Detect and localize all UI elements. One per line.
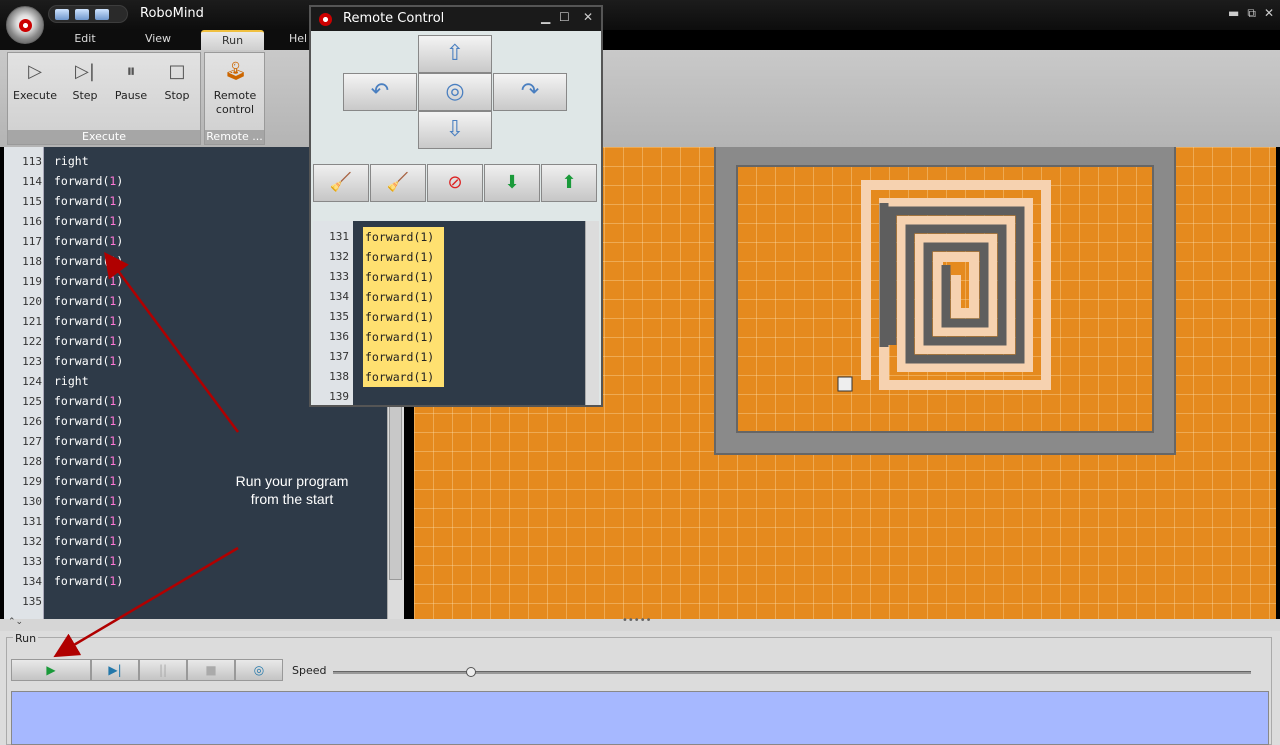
- line-number: 138: [329, 370, 349, 383]
- maximize-icon[interactable]: ☐: [559, 10, 570, 24]
- stop-painting-button[interactable]: ⊘: [427, 164, 483, 202]
- history-line: forward(1): [363, 287, 444, 307]
- line-number: 134: [329, 290, 349, 303]
- line-number: 135: [329, 310, 349, 323]
- no-paint-icon: ⊘: [447, 172, 463, 193]
- pickup-icon: ⬇: [504, 172, 520, 193]
- line-number: 133: [329, 270, 349, 283]
- history-line: forward(1): [363, 327, 444, 347]
- put-down-button[interactable]: ⬆: [541, 164, 597, 202]
- backward-button[interactable]: ⇩: [418, 111, 492, 149]
- close-icon[interactable]: ✕: [583, 10, 593, 24]
- line-number: 137: [329, 350, 349, 363]
- remote-title: Remote Control: [311, 7, 601, 31]
- target-icon: ◎: [445, 79, 465, 104]
- history-line: forward(1): [363, 247, 444, 267]
- history-line: forward(1): [363, 227, 444, 247]
- remote-control-window: Remote Control ▁ ☐ ✕ ⇧ ↶ ◎ ↷ ⇩ 🧹 🧹 ⊘ ⬇ ⬆…: [309, 5, 603, 407]
- history-line: forward(1): [363, 347, 444, 367]
- line-number: 132: [329, 250, 349, 263]
- minimize-icon[interactable]: ▁: [541, 10, 550, 24]
- history-scrollbar[interactable]: [585, 221, 599, 405]
- line-number: 139: [329, 390, 349, 403]
- turn-left-button[interactable]: ↶: [343, 73, 417, 111]
- paint-white-button[interactable]: 🧹: [313, 164, 369, 202]
- line-number: 136: [329, 330, 349, 343]
- putdown-icon: ⬆: [561, 172, 577, 193]
- broom-icon: 🧹: [386, 172, 410, 193]
- arrow-up-icon: ⇧: [445, 41, 465, 66]
- pick-up-button[interactable]: ⬇: [484, 164, 540, 202]
- turn-right-icon: ↷: [520, 79, 540, 104]
- history-line: forward(1): [363, 367, 444, 387]
- robomind-logo-icon: [319, 13, 332, 26]
- annotation-arrows: [53, 251, 240, 658]
- center-button[interactable]: ◎: [418, 73, 492, 111]
- remote-history-list[interactable]: 131 forward(1) 132 forward(1) 133 forward(1) 1…: [313, 221, 599, 405]
- line-number: 131: [329, 230, 349, 243]
- arrow-down-icon: ⇩: [445, 117, 465, 142]
- turn-left-icon: ↶: [370, 79, 390, 104]
- turn-right-button[interactable]: ↷: [493, 73, 567, 111]
- annotation-text: Run your program from the start: [235, 473, 349, 507]
- paint-black-button[interactable]: 🧹: [370, 164, 426, 202]
- history-line: forward(1): [363, 307, 444, 327]
- broom-icon: 🧹: [329, 172, 353, 193]
- history-line: forward(1): [363, 267, 444, 287]
- forward-button[interactable]: ⇧: [418, 35, 492, 73]
